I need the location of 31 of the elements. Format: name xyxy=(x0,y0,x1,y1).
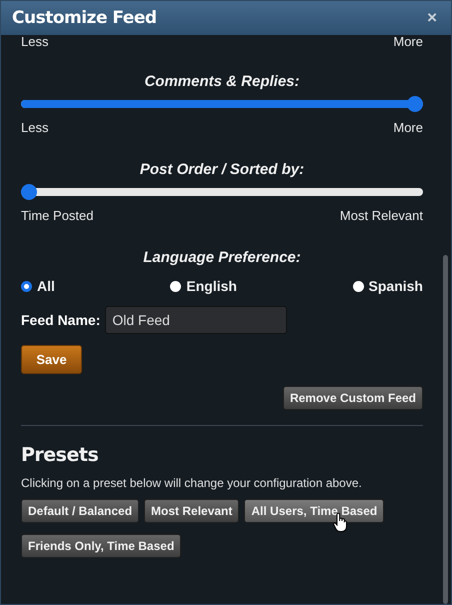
slider-min-label: Time Posted xyxy=(21,208,94,223)
feed-name-label: Feed Name: xyxy=(21,312,100,328)
slider-max-label: Most Relevant xyxy=(340,208,423,223)
slider[interactable] xyxy=(21,96,423,112)
slider-thumb[interactable] xyxy=(21,184,37,200)
slider-heading: Post Order / Sorted by: xyxy=(138,161,306,178)
window-title: Customize Feed xyxy=(12,8,157,28)
slider-max-label: More xyxy=(393,120,423,135)
save-button[interactable]: Save xyxy=(21,345,82,374)
remove-feed-button[interactable]: Remove Custom Feed xyxy=(282,386,423,410)
radio-icon[interactable] xyxy=(352,280,364,292)
slider-min-label: Less xyxy=(21,120,48,135)
language-radio[interactable]: Spanish xyxy=(352,278,423,294)
radio-icon[interactable] xyxy=(170,280,182,292)
slider[interactable] xyxy=(21,184,423,200)
radio-icon[interactable] xyxy=(21,280,32,292)
preset-button[interactable]: Most Relevant xyxy=(144,499,240,523)
slider-heading: Comments & Replies: xyxy=(143,73,301,90)
presets-description: Clicking on a preset below will change your configuration above. xyxy=(21,476,363,490)
slider-min-label: Less xyxy=(21,34,48,49)
language-radio[interactable]: All xyxy=(21,278,55,294)
slider-thumb[interactable] xyxy=(407,96,423,112)
language-heading: Language Preference: xyxy=(142,249,302,266)
language-radio[interactable]: English xyxy=(170,278,237,294)
feed-name-field[interactable]: Old Feed xyxy=(105,306,288,334)
close-button[interactable]: × xyxy=(425,8,439,28)
slider-max-label: More xyxy=(393,34,423,49)
scrollbar[interactable] xyxy=(443,255,448,604)
preset-button[interactable]: Friends Only, Time Based xyxy=(21,534,182,558)
presets-title: Presets xyxy=(21,444,100,466)
preset-button[interactable]: Default / Balanced xyxy=(21,499,140,523)
